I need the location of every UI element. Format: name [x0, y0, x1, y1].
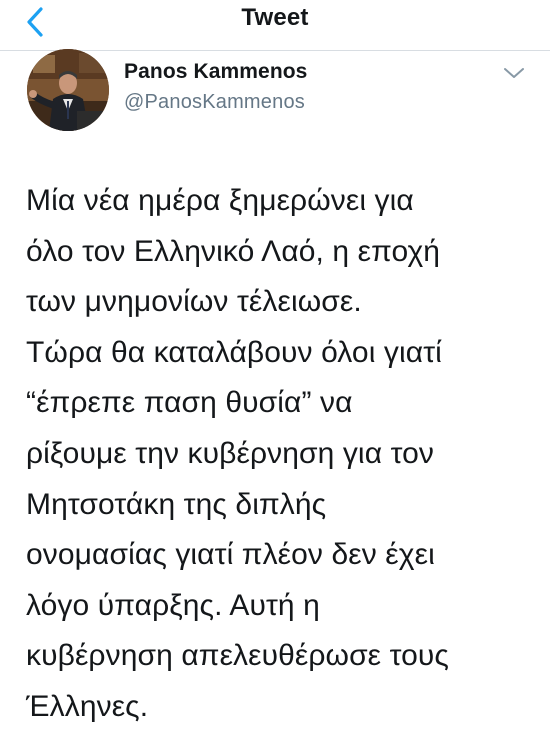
more-options-button[interactable]	[500, 62, 528, 84]
tweet-text-line: κυβέρνηση απελευθέρωσε τους	[26, 639, 449, 673]
avatar-photo	[27, 49, 109, 131]
tweet-text: Μία νέα ημέρα ξημερώνει για όλο τον Ελλη…	[26, 176, 541, 733]
tweet-text-line: ονομασίας γιατί πλέον δεν έχει	[26, 538, 435, 572]
tweet-text-line: “έπρεπε παση θυσία” να	[26, 386, 353, 420]
tweet-text-line: Μία νέα ημέρα ξημερώνει για	[26, 184, 414, 217]
author-handle[interactable]: @PanosKammenos	[124, 91, 305, 114]
tweet-text-line: λόγο ύπαρξης. Αυτή η	[26, 588, 320, 622]
page-title: Tweet	[241, 4, 309, 31]
navigation-bar: Tweet	[0, 0, 550, 51]
tweet-text-line: Έλληνες.	[26, 689, 149, 723]
tweet-text-line: των μνημονίων τέλειωσε.	[26, 285, 362, 319]
tweet-text-line: όλο τον Ελληνικό Λαό, η εποχή	[26, 234, 441, 268]
author-name[interactable]: Panos Kammenos	[124, 60, 307, 84]
chevron-down-icon	[504, 68, 524, 78]
tweet-text-line: ρίξουμε την κυβέρνηση για τον	[26, 436, 434, 470]
avatar[interactable]	[27, 49, 109, 131]
tweet-text-line: Τώρα θα καταλάβουν όλοι γιατί	[26, 335, 442, 369]
tweet-text-line: Μητσοτάκη της διπλής	[26, 487, 327, 521]
